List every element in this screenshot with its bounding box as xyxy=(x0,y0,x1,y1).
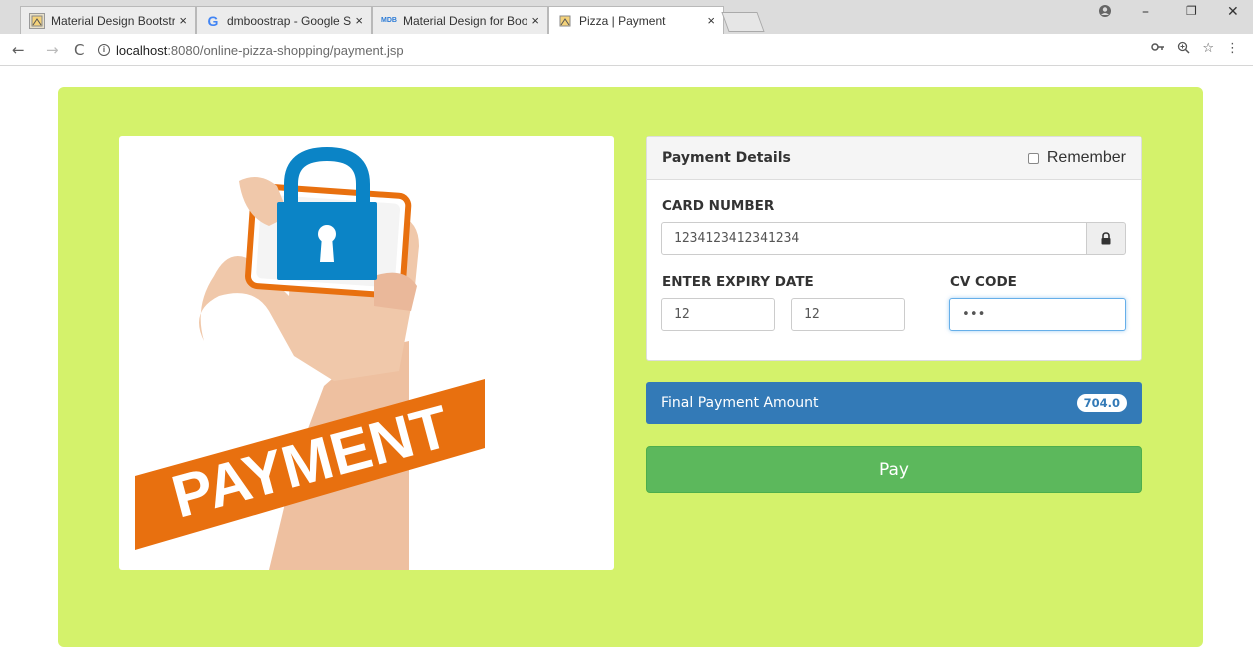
tab-title: Pizza | Payment xyxy=(579,13,666,28)
back-arrow-icon[interactable]: ← xyxy=(12,41,25,59)
tab-pizza-payment[interactable]: Pizza | Payment × xyxy=(548,6,724,34)
tab-title: dmboostrap - Google Se xyxy=(227,13,352,28)
payment-card-header: Payment Details Remember xyxy=(647,137,1141,180)
expiry-date-label: ENTER EXPIRY DATE xyxy=(662,274,814,290)
restore-icon[interactable]: ❐ xyxy=(1186,4,1197,18)
toolbar-right-icons: ☆ ⋮ xyxy=(1151,41,1239,58)
tab-title: Material Design Bootstra xyxy=(51,13,176,28)
key-icon[interactable] xyxy=(1151,41,1165,58)
final-payment-amount-label: Final Payment Amount xyxy=(661,395,819,411)
google-icon: G xyxy=(207,12,219,29)
browser-tab-strip: Material Design Bootstra × G dmboostrap … xyxy=(0,0,1253,34)
expiry-month-input[interactable]: 12 xyxy=(661,298,775,331)
checkbox-icon[interactable] xyxy=(1027,152,1039,164)
remember-checkbox[interactable]: Remember xyxy=(1027,149,1126,167)
close-icon[interactable]: × xyxy=(707,13,715,28)
address-bar[interactable]: i localhost:8080/online-pizza-shopping/p… xyxy=(98,39,1238,61)
tab-google-search[interactable]: G dmboostrap - Google Se × xyxy=(196,6,372,34)
remember-label: Remember xyxy=(1046,149,1126,166)
payment-details-title: Payment Details xyxy=(662,150,791,166)
card-number-label: CARD NUMBER xyxy=(662,198,775,214)
bookmark-star-icon[interactable]: ☆ xyxy=(1202,41,1214,58)
pay-button[interactable]: Pay xyxy=(646,446,1142,493)
close-icon[interactable]: × xyxy=(355,13,363,28)
cv-code-input[interactable]: ••• xyxy=(949,298,1126,331)
url-path: :8080/online-pizza-shopping/payment.jsp xyxy=(167,42,404,58)
lock-icon xyxy=(1101,232,1111,245)
browser-toolbar: ← → C i localhost:8080/online-pizza-shop… xyxy=(0,34,1253,66)
card-number-input[interactable]: 1234123412341234 xyxy=(661,222,1087,255)
forward-arrow-icon[interactable]: → xyxy=(46,41,59,59)
tab-material-design-for-bootstrap[interactable]: MDB Material Design for Boot × xyxy=(372,6,548,34)
final-payment-amount-badge: 704.0 xyxy=(1076,394,1127,412)
info-icon[interactable]: i xyxy=(98,44,110,56)
mdb-logo-icon xyxy=(29,12,45,29)
close-icon[interactable]: × xyxy=(179,13,187,28)
pizza-icon xyxy=(557,13,573,29)
tab-title: Material Design for Boot xyxy=(403,13,528,28)
expiry-year-input[interactable]: 12 xyxy=(791,298,905,331)
final-payment-amount-bar: Final Payment Amount 704.0 xyxy=(646,382,1142,424)
minimize-icon[interactable]: – xyxy=(1142,4,1149,20)
tab-material-design-bootstrap[interactable]: Material Design Bootstra × xyxy=(20,6,196,34)
menu-dots-icon[interactable]: ⋮ xyxy=(1226,41,1239,58)
card-number-lock-addon xyxy=(1086,222,1126,255)
zoom-icon[interactable] xyxy=(1177,41,1190,58)
reload-icon[interactable]: C xyxy=(74,41,84,59)
payment-illustration: PAYMENT xyxy=(119,136,614,570)
url-host: localhost xyxy=(116,42,168,58)
window-close-icon[interactable]: ✕ xyxy=(1227,4,1239,20)
cv-code-label: CV CODE xyxy=(950,274,1017,290)
close-icon[interactable]: × xyxy=(531,13,539,28)
mdb-logo-icon: MDB xyxy=(381,17,397,24)
new-tab-button[interactable] xyxy=(721,12,765,32)
profile-icon[interactable] xyxy=(1098,4,1112,22)
payment-illustration-graphic: PAYMENT xyxy=(135,146,485,570)
